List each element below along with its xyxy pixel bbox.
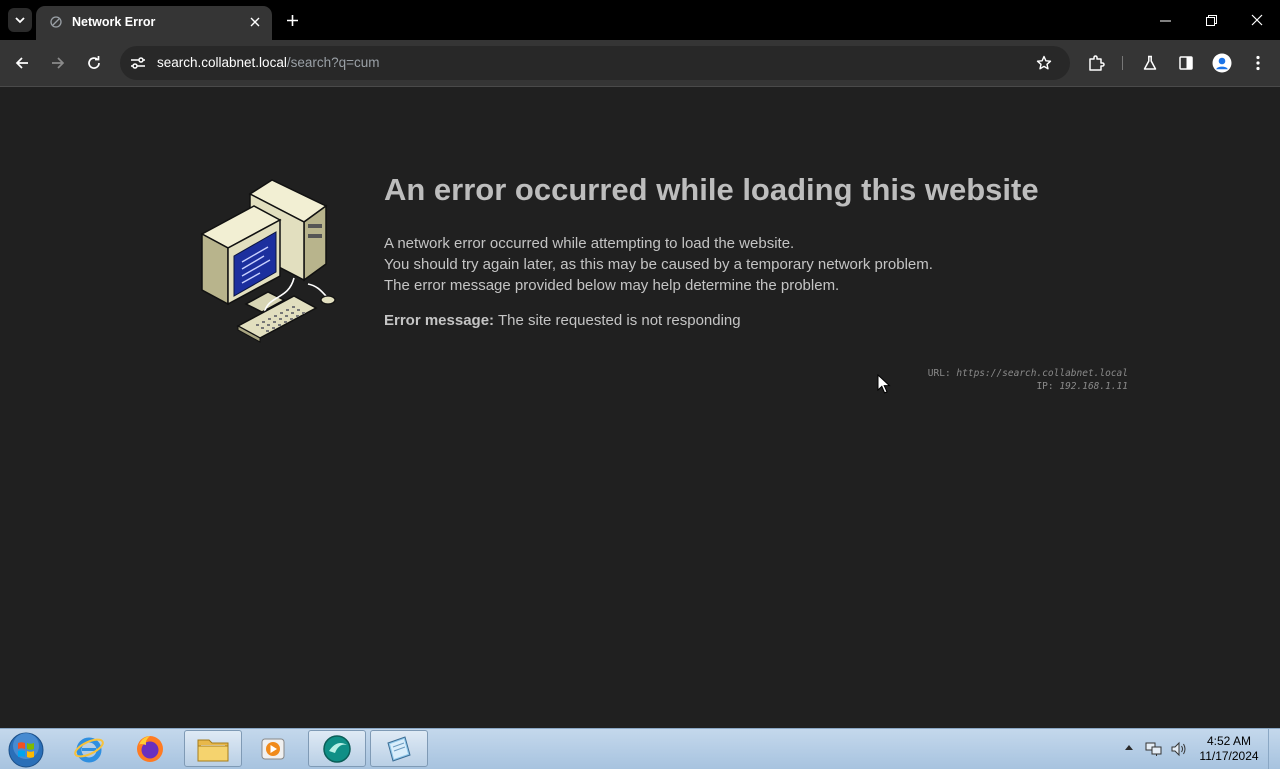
side-panel-icon xyxy=(1179,56,1193,70)
clock-date: 11/17/2024 xyxy=(1199,749,1259,763)
ip-detail-label: IP: xyxy=(1036,381,1054,392)
show-hidden-icons-button[interactable] xyxy=(1124,743,1136,755)
close-window-button[interactable] xyxy=(1241,6,1273,34)
ip-detail-value: 192.168.1.11 xyxy=(1059,381,1128,392)
side-panel-button[interactable] xyxy=(1172,49,1200,77)
restore-icon xyxy=(1205,14,1217,26)
bookmark-button[interactable] xyxy=(1034,53,1054,73)
star-icon xyxy=(1036,55,1052,70)
description-line: You should try again later, as this may … xyxy=(384,256,933,273)
minimize-button[interactable] xyxy=(1149,6,1181,34)
url-detail: URL: https://search.collabnet.local xyxy=(860,367,1128,380)
error-message-label: Error message: xyxy=(384,312,495,329)
labs-button[interactable] xyxy=(1136,49,1164,77)
broken-page-icon xyxy=(50,16,62,28)
more-vert-icon xyxy=(1256,55,1260,71)
ip-detail: IP: 192.168.1.11 xyxy=(860,380,1128,393)
retro-computer-icon xyxy=(200,179,336,343)
close-icon xyxy=(250,17,260,27)
description-line: A network error occurred while attemptin… xyxy=(384,235,795,252)
forward-button[interactable] xyxy=(44,49,72,77)
media-player-icon xyxy=(261,738,285,759)
profile-button[interactable] xyxy=(1208,49,1236,77)
url-detail-label: URL: xyxy=(927,368,951,379)
avatar-icon xyxy=(1212,53,1232,73)
arrow-right-icon xyxy=(52,57,65,69)
url-host: search.collabnet.local xyxy=(157,55,287,70)
windows-taskbar: 4:52 AM 11/17/2024 xyxy=(0,728,1280,769)
back-button[interactable] xyxy=(8,49,36,77)
error-message: Error message: The site requested is not… xyxy=(384,312,741,329)
error-heading: An error occurred while loading this web… xyxy=(384,172,1039,207)
reload-icon xyxy=(88,56,100,69)
tab-title: Network Error xyxy=(72,15,156,29)
url-detail-value: https://search.collabnet.local xyxy=(956,368,1128,379)
browser-app-icon xyxy=(323,734,351,763)
site-info-button[interactable] xyxy=(128,53,148,73)
windows-logo-icon xyxy=(8,732,44,768)
plus-icon xyxy=(286,14,298,26)
tab-close-button[interactable] xyxy=(246,13,264,31)
internet-explorer-icon xyxy=(74,737,104,762)
reload-button[interactable] xyxy=(80,49,108,77)
flask-icon xyxy=(1143,55,1157,70)
menu-button[interactable] xyxy=(1244,49,1272,77)
taskbar-internet-explorer[interactable] xyxy=(60,730,118,767)
taskbar-file-explorer[interactable] xyxy=(184,730,242,767)
show-desktop-button[interactable] xyxy=(1268,729,1280,769)
network-icon xyxy=(1145,742,1162,756)
notepad-icon xyxy=(387,735,411,762)
error-message-text: The site requested is not responding xyxy=(497,312,741,329)
folder-icon xyxy=(197,739,229,761)
puzzle-icon xyxy=(1089,55,1105,71)
extensions-button[interactable] xyxy=(1082,49,1110,77)
new-tab-button[interactable] xyxy=(281,9,303,31)
description-line: The error message provided below may hel… xyxy=(384,277,840,294)
computer-illustration xyxy=(198,176,338,346)
clock-time: 4:52 AM xyxy=(1206,734,1252,748)
tune-icon xyxy=(131,57,145,69)
speaker-icon xyxy=(1171,741,1186,757)
firefox-icon xyxy=(137,735,163,762)
toolbar-divider xyxy=(1122,56,1123,70)
taskbar-browser-app[interactable] xyxy=(308,730,366,767)
url-path: /search?q=cum xyxy=(286,55,380,70)
browser-toolbar: search.collabnet.local/search?q=cum xyxy=(0,40,1280,87)
address-bar[interactable]: search.collabnet.local/search?q=cum xyxy=(120,46,1070,80)
tab-strip: Network Error xyxy=(0,0,1280,40)
mouse-pointer-icon xyxy=(877,374,891,394)
close-icon xyxy=(1251,14,1263,26)
taskbar-notepad-app[interactable] xyxy=(370,730,428,767)
arrow-left-icon xyxy=(15,57,28,69)
taskbar-firefox[interactable] xyxy=(121,730,179,767)
minimize-icon xyxy=(1159,20,1171,21)
tab-search-button[interactable] xyxy=(8,8,32,32)
connection-details: URL: https://search.collabnet.local IP: … xyxy=(860,367,1128,393)
volume-tray-icon[interactable] xyxy=(1170,741,1188,757)
chevron-up-icon xyxy=(1125,745,1133,750)
chevron-down-icon xyxy=(15,17,25,24)
network-tray-icon[interactable] xyxy=(1145,741,1163,757)
system-clock[interactable]: 4:52 AM 11/17/2024 xyxy=(1196,734,1262,764)
start-button[interactable] xyxy=(6,731,46,769)
restore-button[interactable] xyxy=(1195,6,1227,34)
taskbar-media-player[interactable] xyxy=(244,730,302,767)
url-text: search.collabnet.local/search?q=cum xyxy=(157,55,380,70)
error-description: A network error occurred while attemptin… xyxy=(384,233,933,296)
tab-network-error[interactable]: Network Error xyxy=(36,6,272,40)
